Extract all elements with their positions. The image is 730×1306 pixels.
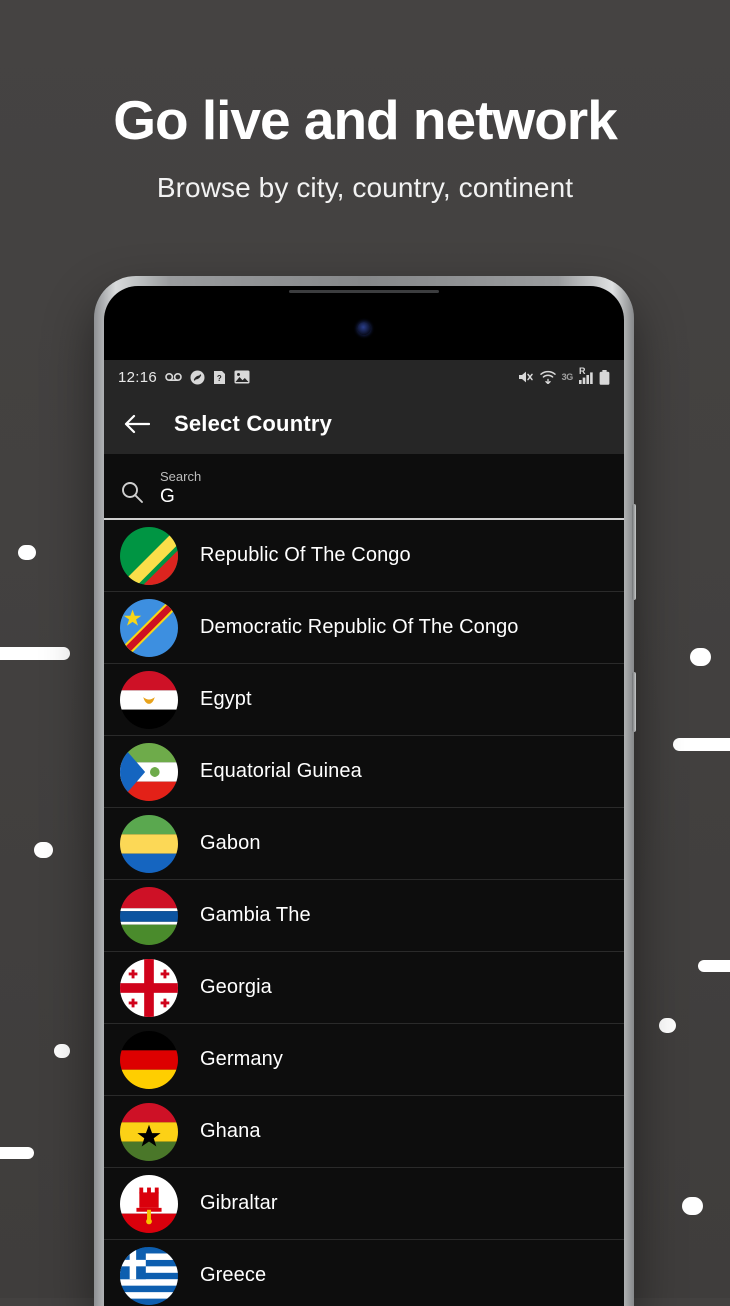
flag-egypt-icon [120, 670, 178, 729]
status-bar-right: 3G R [518, 366, 610, 385]
decor-bar-left-1 [0, 647, 70, 660]
country-name: Democratic Republic Of The Congo [200, 616, 519, 638]
flag-congo-democratic-icon [120, 598, 178, 657]
app-bar: Select Country [104, 394, 624, 454]
country-name: Ghana [200, 1120, 261, 1142]
decor-bar-left-2 [0, 1147, 34, 1159]
list-item[interactable]: Ghana [104, 1096, 624, 1168]
search-label: Search [160, 468, 202, 484]
back-arrow-icon [124, 414, 150, 434]
flag-gibraltar-icon [120, 1174, 178, 1233]
flag-georgia-icon [120, 958, 178, 1017]
voicemail-icon [165, 371, 182, 383]
back-button[interactable] [120, 407, 154, 441]
decor-dot-right-3 [682, 1197, 703, 1215]
list-item[interactable]: Egypt [104, 664, 624, 736]
decor-dot-right-2 [659, 1018, 676, 1033]
list-item[interactable]: Greece [104, 1240, 624, 1306]
search-bar[interactable]: Search G [104, 454, 624, 520]
status-bar: 12:16 ? 3G R [104, 360, 624, 394]
page-title: Go live and network [113, 89, 618, 151]
signal-bars-icon: R [579, 366, 593, 384]
search-icon [120, 480, 144, 504]
flag-greece-icon [120, 1246, 178, 1305]
list-item[interactable]: Gabon [104, 808, 624, 880]
phone-screen-frame: 12:16 ? 3G R Select Country Search G Rep… [104, 286, 624, 1306]
status-bar-left: 12:16 ? [118, 369, 250, 386]
search-input[interactable]: G [160, 485, 608, 510]
country-name: Greece [200, 1264, 267, 1286]
country-name: Gibraltar [200, 1192, 278, 1214]
search-field[interactable]: Search G [160, 469, 608, 510]
decor-bar-right-1 [673, 738, 730, 751]
list-item[interactable]: Republic Of The Congo [104, 520, 624, 592]
front-camera-icon [357, 322, 371, 335]
country-name: Gabon [200, 832, 261, 854]
wifi-icon [539, 370, 556, 384]
help-document-icon: ? [213, 370, 226, 385]
earpiece-speaker [289, 290, 439, 293]
network-type-label: 3G [561, 372, 574, 382]
phone-volume-button [632, 504, 636, 600]
flag-gabon-icon [120, 814, 178, 873]
battery-icon [599, 369, 610, 385]
country-name: Germany [200, 1048, 283, 1070]
phone-power-button [632, 672, 636, 732]
list-item[interactable]: Germany [104, 1024, 624, 1096]
mute-icon [518, 370, 534, 384]
decor-dot-right-1 [690, 648, 711, 666]
page-subtitle: Browse by city, country, continent [156, 171, 574, 203]
app-bar-title: Select Country [174, 411, 333, 436]
decor-bar-right-2 [698, 960, 730, 972]
flag-equatorial-guinea-icon [120, 742, 178, 801]
flag-congo-republic-icon [120, 526, 178, 585]
decor-dot-left-2 [34, 842, 53, 858]
list-item[interactable]: Georgia [104, 952, 624, 1024]
list-item[interactable]: Gambia The [104, 880, 624, 952]
list-item[interactable]: Democratic Republic Of The Congo [104, 592, 624, 664]
country-name: Equatorial Guinea [200, 760, 362, 782]
shazam-icon [190, 370, 205, 385]
country-name: Gambia The [200, 904, 311, 926]
status-time: 12:16 [118, 368, 158, 386]
svg-text:?: ? [217, 374, 222, 383]
decor-dot-left-1 [18, 545, 36, 560]
country-name: Georgia [200, 976, 272, 998]
country-list[interactable]: Republic Of The Congo Democratic Republi… [104, 520, 624, 1306]
flag-ghana-icon [120, 1102, 178, 1161]
app-screen: 12:16 ? 3G R Select Country Search G Rep… [104, 360, 624, 1306]
flag-germany-icon [120, 1030, 178, 1089]
country-name: Egypt [200, 688, 252, 710]
flag-gambia-icon [120, 886, 178, 945]
image-icon [234, 370, 250, 384]
phone-mockup: 12:16 ? 3G R Select Country Search G Rep… [94, 276, 636, 1306]
hero-section: Go live and network Browse by city, coun… [0, 89, 730, 204]
decor-dot-left-3 [54, 1044, 70, 1058]
country-name: Republic Of The Congo [200, 544, 411, 566]
list-item[interactable]: Equatorial Guinea [104, 736, 624, 808]
list-item[interactable]: Gibraltar [104, 1168, 624, 1240]
roaming-label: R [579, 365, 586, 376]
